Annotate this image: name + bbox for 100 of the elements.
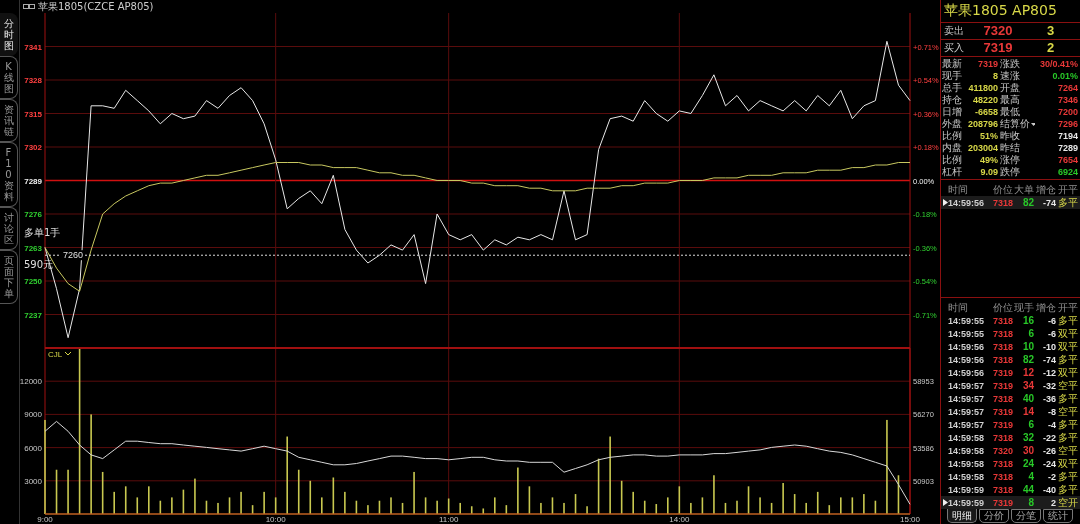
volume-bar <box>101 471 104 514</box>
change-cell-text: -36 <box>1042 392 1056 405</box>
change-cell-text: -6 <box>1047 314 1056 327</box>
caret-icon[interactable] <box>1031 122 1035 126</box>
position-label: 多单1手 <box>24 227 61 239</box>
type-cell-text: 双平 <box>1057 457 1078 470</box>
time-cell-text: 14:59:59 <box>948 483 986 496</box>
type-cell-text: 空平 <box>1057 405 1078 418</box>
time-cell-text: 14:59:56 <box>948 340 986 353</box>
volume-bar <box>897 475 900 514</box>
side-tab[interactable]: K线图 <box>0 56 18 99</box>
volume-bar <box>678 486 681 514</box>
time-label: 9:00 <box>37 515 53 524</box>
stat-label: 日增 <box>942 106 962 118</box>
price-cell-text: 7318 <box>991 196 1013 209</box>
price-cell-text: 7318 <box>991 457 1013 470</box>
volume-bar <box>597 458 600 514</box>
column-header: 开平 <box>1057 301 1078 314</box>
volume-bar <box>309 480 312 514</box>
volume-bar <box>332 477 335 514</box>
price-cell-text: 7319 <box>991 379 1013 392</box>
stat-value: 48220 <box>971 94 998 106</box>
stat-label: 昨结 <box>1000 142 1020 154</box>
stat-label: 最高 <box>1000 94 1020 106</box>
stat-label: 开盘 <box>1000 82 1020 94</box>
axis-label: 3000 <box>24 476 42 486</box>
volume-cell-text: 10 <box>1021 340 1034 353</box>
indicator-label[interactable]: CJL <box>48 350 63 359</box>
side-tab[interactable]: 分时图 <box>0 13 18 56</box>
column-header: 现手 <box>1013 301 1034 314</box>
tab[interactable]: 分价 <box>979 509 1009 523</box>
type-cell-text: 双平 <box>1057 366 1078 379</box>
axis-label: 7328 <box>24 76 42 85</box>
stat-value: 7296 <box>1056 118 1078 130</box>
change-cell-text: -4 <box>1047 418 1056 431</box>
side-tab[interactable]: F10资料 <box>0 142 18 207</box>
stat-value: 51% <box>979 130 998 142</box>
price-cell-text: 7320 <box>991 444 1013 457</box>
stat-value: 7194 <box>1056 130 1078 142</box>
volume-bar <box>124 486 127 514</box>
volume-cell-text: 40 <box>1021 392 1034 405</box>
side-tab[interactable]: 资讯链 <box>0 99 18 142</box>
type-cell-text: 多平 <box>1057 470 1078 483</box>
stat-value: 7200 <box>1056 106 1078 118</box>
stat-value: 7654 <box>1056 154 1078 166</box>
type-cell-text: 多平 <box>1057 392 1078 405</box>
stat-value: 49% <box>979 154 998 166</box>
volume-bar <box>424 497 427 514</box>
time-label: 15:00 <box>900 515 920 524</box>
time-cell-text: 14:59:56 <box>948 196 986 209</box>
volume-cell-text: 6 <box>1027 327 1034 340</box>
tab[interactable]: 分笔 <box>1011 509 1041 523</box>
tab[interactable]: 明细 <box>947 509 977 523</box>
stat-label: 持仓 <box>942 94 962 106</box>
quote-size: 2 <box>1045 42 1056 54</box>
axis-label: 7341 <box>24 42 42 52</box>
change-cell-text: 2 <box>1050 496 1056 509</box>
type-cell-text: 多平 <box>1057 483 1078 496</box>
axis-label: 7302 <box>24 143 42 152</box>
volume-cell-text: 12 <box>1021 366 1034 379</box>
stat-label: 总手 <box>942 82 962 94</box>
stat-label[interactable]: 结算价 <box>1000 118 1030 130</box>
stat-label: 外盘 <box>942 118 962 130</box>
column-header: 时间 <box>948 301 969 314</box>
axis-label: 12000 <box>20 377 42 387</box>
column-header: 增仓 <box>1035 301 1056 314</box>
volume-bar <box>528 486 531 514</box>
price-cell-text: 7318 <box>991 483 1013 496</box>
volume-bar <box>724 502 727 514</box>
side-tab[interactable]: 页面下单 <box>0 250 18 304</box>
price-cell-text: 7318 <box>991 340 1013 353</box>
axis-label: 7276 <box>24 210 42 219</box>
time-cell-text: 14:59:56 <box>948 366 986 379</box>
axis-label: 7315 <box>24 109 42 119</box>
quote-size: 3 <box>1045 25 1056 37</box>
volume-bar <box>274 497 277 514</box>
stat-value: 9.09 <box>979 166 998 178</box>
time-label: 14:00 <box>669 515 690 524</box>
change-cell-text: -12 <box>1042 366 1056 379</box>
stat-label: 现手 <box>942 70 962 82</box>
time-cell-text: 14:59:58 <box>948 431 986 444</box>
axis-label: 9000 <box>24 410 42 420</box>
stat-value: -6658 <box>973 106 998 118</box>
stat-label: 昨收 <box>1000 130 1020 142</box>
stat-label: 最新 <box>942 58 962 70</box>
axis-label: 7237 <box>24 310 42 320</box>
volume-bar <box>874 500 877 514</box>
volume-cell-text: 4 <box>1027 470 1034 483</box>
stat-value: 6924 <box>1056 166 1078 178</box>
tab[interactable]: 统计 <box>1043 509 1073 523</box>
volume-cell-text: 32 <box>1021 431 1034 444</box>
price-cell-text: 7318 <box>991 314 1013 327</box>
volume-cell-text: 82 <box>1021 353 1034 366</box>
side-tab[interactable]: 讨论区 <box>0 207 18 250</box>
price-cell-text: 7319 <box>991 418 1013 431</box>
stat-value: 208796 <box>966 118 998 130</box>
type-cell-text: 空开 <box>1057 496 1078 509</box>
stat-label: 涨跌 <box>1000 58 1020 70</box>
caret-icon[interactable] <box>64 351 72 356</box>
time-cell-text: 14:59:57 <box>948 405 986 418</box>
